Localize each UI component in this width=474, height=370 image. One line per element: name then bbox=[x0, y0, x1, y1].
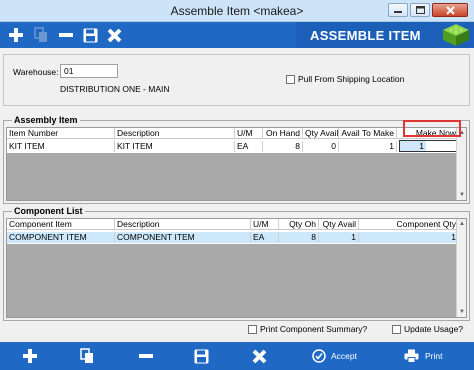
col-item-number[interactable]: Item Number bbox=[7, 128, 115, 139]
copy-button[interactable] bbox=[31, 25, 51, 45]
minus-icon bbox=[139, 354, 153, 358]
warehouse-name: DISTRIBUTION ONE - MAIN bbox=[60, 84, 170, 94]
cell-item-number: KIT ITEM bbox=[7, 141, 115, 152]
scroll-up-icon[interactable]: ▲ bbox=[458, 220, 466, 228]
minus-icon bbox=[59, 33, 73, 37]
table-row[interactable]: KIT ITEM KIT ITEM EA 8 0 1 1 bbox=[7, 140, 457, 152]
cell-on-hand: 8 bbox=[263, 141, 303, 152]
scroll-down-icon[interactable]: ▼ bbox=[458, 308, 466, 316]
minimize-button[interactable] bbox=[388, 3, 408, 17]
copy-icon bbox=[34, 27, 47, 42]
update-usage-label: Update Usage? bbox=[404, 324, 464, 334]
cell-qty-avail: 1 bbox=[319, 232, 359, 243]
scroll-down-icon[interactable]: ▼ bbox=[458, 191, 466, 199]
component-grid-empty-area bbox=[7, 244, 456, 317]
maximize-button[interactable] bbox=[410, 3, 430, 17]
x-icon bbox=[252, 349, 267, 363]
make-now-value: 1 bbox=[400, 141, 426, 151]
component-header-row: Component Item Description U/M Qty Oh Qt… bbox=[7, 219, 459, 230]
cell-qty-oh: 8 bbox=[279, 232, 319, 243]
delete-button[interactable] bbox=[252, 344, 267, 368]
add-button[interactable] bbox=[22, 344, 38, 368]
component-scrollbar[interactable]: ▲ ▼ bbox=[456, 219, 466, 317]
assembly-grid-empty-area bbox=[7, 153, 456, 200]
cell-qty-avail: 0 bbox=[303, 141, 339, 152]
assembly-grid: Item Number Description U/M On Hand Qty … bbox=[6, 127, 467, 201]
remove-button[interactable] bbox=[56, 25, 76, 45]
cell-description: KIT ITEM bbox=[115, 141, 235, 152]
print-button[interactable]: Print bbox=[404, 344, 442, 368]
cell-avail-to-make: 1 bbox=[339, 141, 397, 152]
checkmark-icon bbox=[312, 349, 326, 363]
printer-icon bbox=[404, 349, 419, 363]
bottom-toolbar: Accept Print bbox=[0, 342, 474, 370]
copy-icon bbox=[80, 348, 93, 363]
cell-um: EA bbox=[235, 141, 263, 152]
cell-component-item: COMPONENT ITEM bbox=[7, 232, 115, 243]
close-icon bbox=[445, 5, 455, 15]
make-now-input[interactable]: 1 bbox=[399, 140, 457, 152]
floppy-disk-icon bbox=[194, 349, 209, 363]
delete-button[interactable] bbox=[104, 25, 124, 45]
col-on-hand[interactable]: On Hand bbox=[263, 128, 303, 139]
warehouse-input[interactable]: 01 bbox=[60, 64, 118, 78]
component-list-group: Component List Component Item Descriptio… bbox=[3, 206, 470, 321]
remove-button[interactable] bbox=[138, 344, 154, 368]
make-now-highlight bbox=[403, 120, 461, 137]
col-qty-oh[interactable]: Qty Oh bbox=[279, 219, 319, 230]
table-row[interactable]: COMPONENT ITEM COMPONENT ITEM EA 8 1 1 bbox=[7, 232, 459, 243]
pull-from-shipping-label: Pull From Shipping Location bbox=[298, 74, 405, 84]
warehouse-label: Warehouse: bbox=[13, 67, 59, 77]
col-description[interactable]: Description bbox=[115, 128, 235, 139]
warehouse-panel: Warehouse: 01 DISTRIBUTION ONE - MAIN Pu… bbox=[3, 54, 470, 106]
update-usage-checkbox[interactable] bbox=[392, 325, 401, 334]
col-qty-avail[interactable]: Qty Avail bbox=[319, 219, 359, 230]
assembly-item-title: Assembly Item bbox=[12, 115, 80, 125]
copy-button[interactable] bbox=[80, 344, 94, 368]
plus-icon bbox=[23, 349, 37, 363]
x-icon bbox=[107, 28, 121, 42]
col-description[interactable]: Description bbox=[115, 219, 251, 230]
col-um[interactable]: U/M bbox=[235, 128, 263, 139]
title-bar: Assemble Item <makea> bbox=[0, 0, 474, 22]
green-cube-icon bbox=[442, 23, 470, 47]
print-summary-label: Print Component Summary? bbox=[260, 324, 368, 334]
save-button[interactable] bbox=[194, 344, 209, 368]
print-label: Print bbox=[425, 351, 443, 361]
col-um[interactable]: U/M bbox=[251, 219, 279, 230]
minimize-icon bbox=[394, 11, 402, 13]
col-avail-to-make[interactable]: Avail To Make bbox=[339, 128, 397, 139]
pull-from-shipping-checkbox[interactable] bbox=[286, 75, 295, 84]
accept-button[interactable]: Accept bbox=[312, 344, 357, 368]
add-button[interactable] bbox=[6, 25, 26, 45]
maximize-icon bbox=[415, 6, 425, 14]
component-grid: Component Item Description U/M Qty Oh Qt… bbox=[6, 218, 467, 318]
cell-description: COMPONENT ITEM bbox=[115, 232, 251, 243]
banner-label: ASSEMBLE ITEM bbox=[310, 28, 421, 43]
window-controls bbox=[388, 3, 468, 17]
assembly-scrollbar[interactable]: ▲ ▼ bbox=[456, 128, 466, 200]
accept-label: Accept bbox=[331, 351, 357, 361]
plus-icon bbox=[9, 28, 23, 42]
col-component-qty[interactable]: Component Qty bbox=[359, 219, 459, 230]
cell-component-qty: 1 bbox=[359, 232, 459, 243]
cell-um: EA bbox=[251, 232, 279, 243]
col-qty-avail[interactable]: Qty Avail bbox=[303, 128, 339, 139]
close-window-button[interactable] bbox=[432, 3, 468, 17]
assemble-item-banner: ASSEMBLE ITEM bbox=[296, 22, 474, 48]
save-button[interactable] bbox=[80, 25, 100, 45]
assembly-header-row: Item Number Description U/M On Hand Qty … bbox=[7, 128, 459, 139]
col-component-item[interactable]: Component Item bbox=[7, 219, 115, 230]
print-summary-checkbox[interactable] bbox=[248, 325, 257, 334]
component-list-title: Component List bbox=[12, 206, 85, 216]
assembly-item-group: Assembly Item Item Number Description U/… bbox=[3, 115, 470, 204]
floppy-disk-icon bbox=[83, 28, 97, 42]
